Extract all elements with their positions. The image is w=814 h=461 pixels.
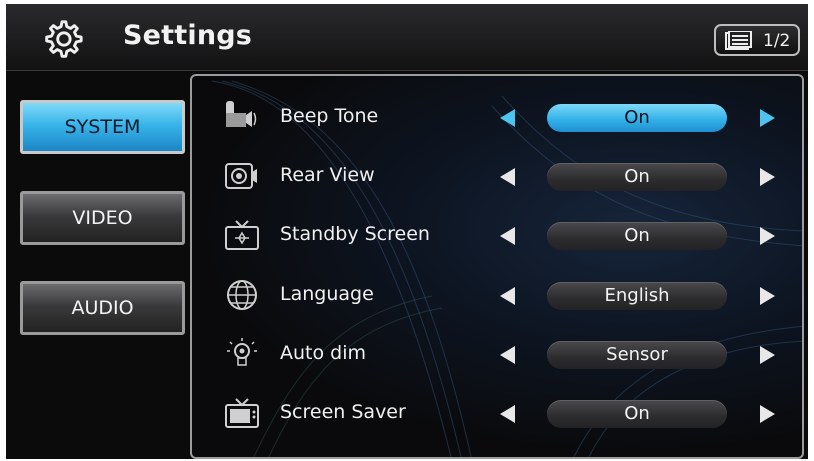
rear-view-next-arrow[interactable] [760,168,775,186]
beep-tone-prev-arrow[interactable] [500,109,515,127]
auto-dim-label: Auto dim [280,342,367,364]
setting-row-language[interactable]: Language English [192,271,802,321]
tv-screensaver-icon [225,398,259,428]
rear-view-value[interactable]: On [547,163,727,191]
screen-saver-prev-arrow[interactable] [500,405,515,423]
screen-saver-next-arrow[interactable] [760,405,775,423]
sidebar-item-audio[interactable]: AUDIO [20,281,185,335]
settings-panel: Beep Tone On Rear View On Standby Screen… [190,74,804,459]
standby-screen-value[interactable]: On [547,222,727,250]
language-prev-arrow[interactable] [500,287,515,305]
beep-tone-label: Beep Tone [280,105,379,127]
page-indicator-button[interactable]: 1/2 [714,24,800,56]
setting-row-rear-view[interactable]: Rear View On [192,152,802,202]
speaker-beep-icon [226,101,257,127]
page-list-icon [725,31,752,50]
bulb-dim-icon [227,338,257,366]
language-value[interactable]: English [547,282,727,310]
rear-view-label: Rear View [280,164,375,186]
setting-row-auto-dim[interactable]: Auto dim Sensor [192,330,802,380]
setting-row-standby-screen[interactable]: Standby Screen On [192,211,802,261]
beep-tone-value[interactable]: On [547,104,727,132]
page-title: Settings [123,20,253,51]
auto-dim-prev-arrow[interactable] [500,346,515,364]
tv-standby-icon [225,220,259,250]
auto-dim-value[interactable]: Sensor [547,341,727,369]
settings-screen: Settings 1/2 SYSTEM VIDEO AUDIO Beep Ton… [6,4,808,459]
rear-camera-icon [225,163,257,189]
sidebar-item-video[interactable]: VIDEO [20,191,185,245]
standby-screen-next-arrow[interactable] [760,227,775,245]
standby-screen-prev-arrow[interactable] [500,227,515,245]
screen-saver-value[interactable]: On [547,400,727,428]
beep-tone-next-arrow[interactable] [760,109,775,127]
setting-row-beep-tone[interactable]: Beep Tone On [192,93,802,143]
screen-saver-label: Screen Saver [280,401,406,423]
rear-view-prev-arrow[interactable] [500,168,515,186]
language-next-arrow[interactable] [760,287,775,305]
gear-icon [45,20,83,58]
header-bar: Settings 1/2 [6,4,808,71]
sidebar-item-system[interactable]: SYSTEM [20,100,185,154]
auto-dim-next-arrow[interactable] [760,346,775,364]
standby-screen-label: Standby Screen [280,223,430,245]
page-indicator-label: 1/2 [763,31,791,51]
language-label: Language [280,283,374,305]
globe-icon [227,280,257,310]
setting-row-screen-saver[interactable]: Screen Saver On [192,389,802,439]
